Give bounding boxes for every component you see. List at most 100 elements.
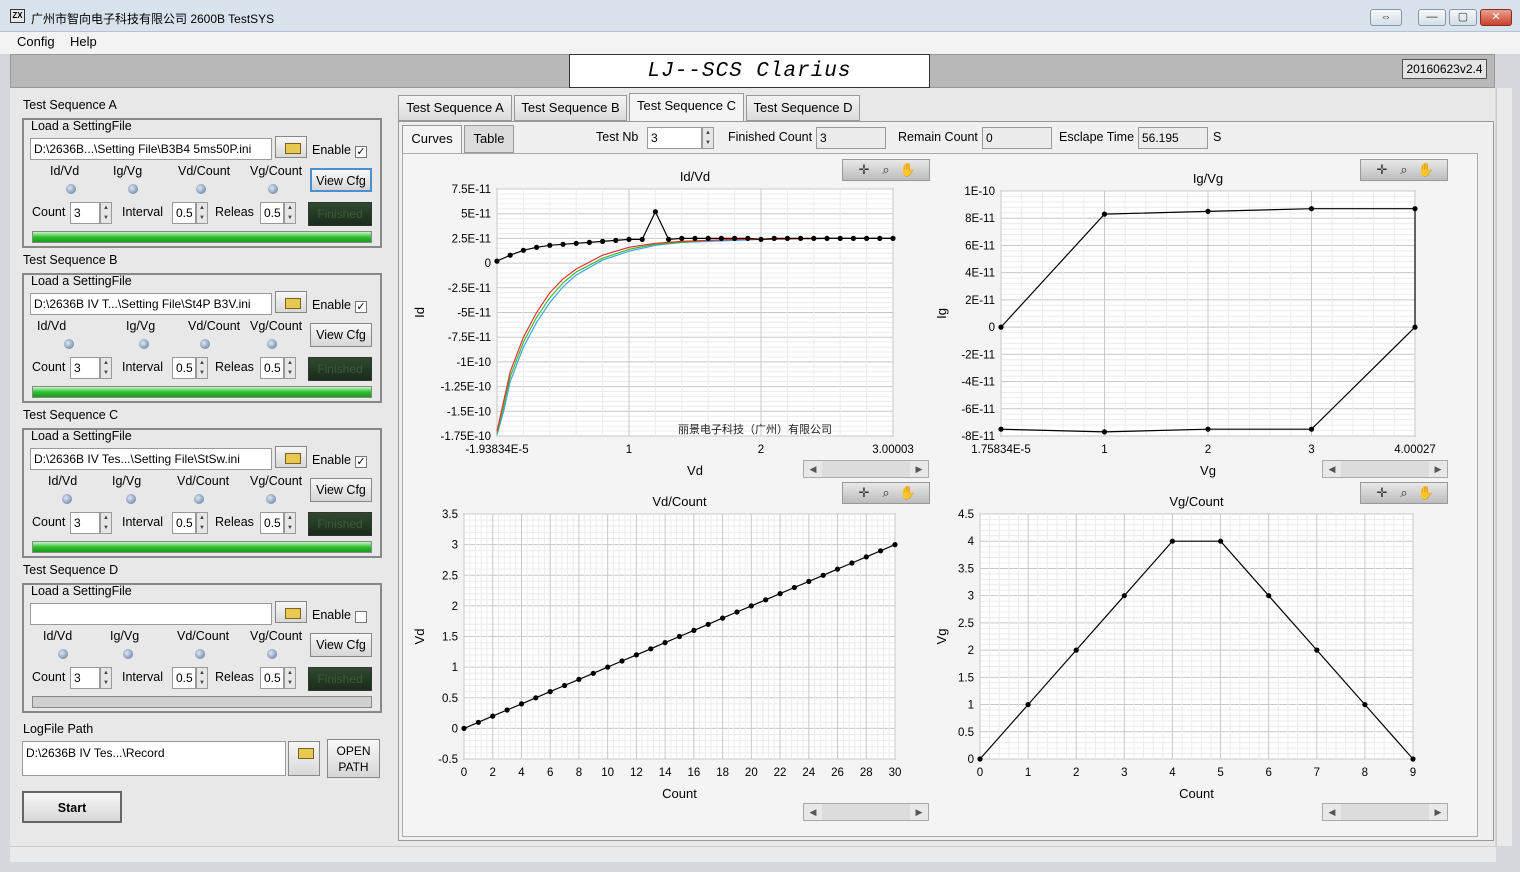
count-spinner[interactable]: ▲ ▼ <box>100 667 112 689</box>
interval-spinner[interactable]: ▲ ▼ <box>196 202 208 224</box>
graph-tools-palette[interactable]: ✛ ⌕ ✋ <box>1360 159 1448 181</box>
interval-input[interactable]: 0.5 <box>172 512 196 534</box>
plot-select-radio[interactable] <box>123 649 133 659</box>
scroll-left-arrow-icon[interactable]: ◀ <box>804 461 822 477</box>
interval-input[interactable]: 0.5 <box>172 202 196 224</box>
setting-file-path[interactable]: D:\2636B IV T...\Setting File\St4P B3V.i… <box>30 293 272 315</box>
plot-select-radio[interactable] <box>195 649 205 659</box>
plot-select-radio[interactable] <box>62 494 72 504</box>
subtab-table[interactable]: Table <box>464 125 514 153</box>
menu-help[interactable]: Help <box>70 34 97 49</box>
graph-scrollbar[interactable]: ◀ ▶ <box>803 460 929 478</box>
minimize-button[interactable]: — <box>1418 9 1446 26</box>
logfile-path-field[interactable]: D:\2636B IV Tes...\Record <box>22 741 286 776</box>
subtab-curves[interactable]: Curves <box>402 125 462 154</box>
scroll-right-arrow-icon[interactable]: ▶ <box>1429 804 1447 820</box>
cursor-tool-icon[interactable]: ✛ <box>855 162 873 178</box>
enable-checkbox[interactable]: ✓ <box>355 301 367 313</box>
interval-spinner[interactable]: ▲ ▼ <box>196 512 208 534</box>
view-cfg-button[interactable]: View Cfg <box>310 168 372 192</box>
graph-scrollbar[interactable]: ◀ ▶ <box>1322 460 1448 478</box>
logfile-browse-button[interactable] <box>288 741 320 776</box>
graph-tools-palette[interactable]: ✛ ⌕ ✋ <box>842 482 930 504</box>
setting-file-path[interactable]: D:\2636B...\Setting File\B3B4 5ms50P.ini <box>30 138 272 160</box>
view-cfg-button[interactable]: View Cfg <box>310 478 372 502</box>
plot-select-radio[interactable] <box>126 494 136 504</box>
menu-config[interactable]: Config <box>17 34 55 49</box>
pan-hand-icon[interactable]: ✋ <box>899 485 917 501</box>
maximize-button[interactable]: ▢ <box>1449 9 1477 26</box>
count-input[interactable]: 3 <box>70 357 100 379</box>
pan-hand-icon[interactable]: ✋ <box>1417 162 1435 178</box>
start-button[interactable]: Start <box>22 791 122 823</box>
vertical-scrollbar[interactable] <box>1496 88 1512 846</box>
setting-file-path[interactable] <box>30 603 272 625</box>
graph-tools-palette[interactable]: ✛ ⌕ ✋ <box>1360 482 1448 504</box>
count-input[interactable]: 3 <box>70 667 100 689</box>
tab-sequence-b[interactable]: Test Sequence B <box>514 95 627 121</box>
scroll-left-arrow-icon[interactable]: ◀ <box>804 804 822 820</box>
test-nb-input[interactable]: 3 <box>647 127 702 149</box>
horizontal-scrollbar[interactable] <box>10 846 1496 862</box>
plot-select-radio[interactable] <box>268 184 278 194</box>
scroll-right-arrow-icon[interactable]: ▶ <box>1429 461 1447 477</box>
view-cfg-button[interactable]: View Cfg <box>310 323 372 347</box>
scroll-left-arrow-icon[interactable]: ◀ <box>1323 461 1341 477</box>
plot-select-radio[interactable] <box>139 339 149 349</box>
count-input[interactable]: 3 <box>70 512 100 534</box>
count-spinner[interactable]: ▲ ▼ <box>100 512 112 534</box>
scroll-right-arrow-icon[interactable]: ▶ <box>910 804 928 820</box>
interval-spinner[interactable]: ▲ ▼ <box>196 357 208 379</box>
count-spinner[interactable]: ▲ ▼ <box>100 202 112 224</box>
enable-checkbox[interactable]: ✓ <box>355 456 367 468</box>
graph-scrollbar[interactable]: ◀ ▶ <box>803 803 929 821</box>
count-input[interactable]: 3 <box>70 202 100 224</box>
zoom-tool-icon[interactable]: ⌕ <box>877 485 895 501</box>
pan-hand-icon[interactable]: ✋ <box>899 162 917 178</box>
tab-sequence-a[interactable]: Test Sequence A <box>398 95 512 121</box>
browse-folder-button[interactable] <box>275 601 307 623</box>
plot-select-radio[interactable] <box>194 494 204 504</box>
browse-folder-button[interactable] <box>275 291 307 313</box>
releas-input[interactable]: 0.5 <box>260 202 284 224</box>
interval-spinner[interactable]: ▲ ▼ <box>196 667 208 689</box>
enable-checkbox[interactable]: ✓ <box>355 146 367 158</box>
cursor-tool-icon[interactable]: ✛ <box>1373 485 1391 501</box>
releas-spinner[interactable]: ▲ ▼ <box>284 667 296 689</box>
close-button[interactable]: ✕ <box>1480 9 1512 26</box>
graph-tools-palette[interactable]: ✛ ⌕ ✋ <box>842 159 930 181</box>
setting-file-path[interactable]: D:\2636B IV Tes...\Setting File\StSw.ini <box>30 448 272 470</box>
plot-select-radio[interactable] <box>267 339 277 349</box>
graph-scrollbar[interactable]: ◀ ▶ <box>1322 803 1448 821</box>
zoom-tool-icon[interactable]: ⌕ <box>1395 162 1413 178</box>
releas-input[interactable]: 0.5 <box>260 512 284 534</box>
view-cfg-button[interactable]: View Cfg <box>310 633 372 657</box>
tab-sequence-c[interactable]: Test Sequence C <box>629 93 744 122</box>
scroll-left-arrow-icon[interactable]: ◀ <box>1323 804 1341 820</box>
open-path-button[interactable]: OPEN PATH <box>327 739 380 778</box>
tab-sequence-d[interactable]: Test Sequence D <box>746 95 860 121</box>
enable-checkbox[interactable] <box>355 611 367 623</box>
plot-select-radio[interactable] <box>200 339 210 349</box>
plot-select-radio[interactable] <box>196 184 206 194</box>
scroll-right-arrow-icon[interactable]: ▶ <box>910 461 928 477</box>
restore-button[interactable]: ⇔ <box>1370 9 1402 26</box>
test-nb-spinner[interactable]: ▲ ▼ <box>702 127 714 149</box>
pan-hand-icon[interactable]: ✋ <box>1417 485 1435 501</box>
plot-select-radio[interactable] <box>66 184 76 194</box>
interval-input[interactable]: 0.5 <box>172 667 196 689</box>
plot-select-radio[interactable] <box>267 649 277 659</box>
plot-select-radio[interactable] <box>58 649 68 659</box>
releas-spinner[interactable]: ▲ ▼ <box>284 357 296 379</box>
interval-input[interactable]: 0.5 <box>172 357 196 379</box>
count-spinner[interactable]: ▲ ▼ <box>100 357 112 379</box>
zoom-tool-icon[interactable]: ⌕ <box>1395 485 1413 501</box>
releas-input[interactable]: 0.5 <box>260 667 284 689</box>
cursor-tool-icon[interactable]: ✛ <box>855 485 873 501</box>
releas-spinner[interactable]: ▲ ▼ <box>284 202 296 224</box>
zoom-tool-icon[interactable]: ⌕ <box>877 162 895 178</box>
cursor-tool-icon[interactable]: ✛ <box>1373 162 1391 178</box>
plot-select-radio[interactable] <box>64 339 74 349</box>
browse-folder-button[interactable] <box>275 136 307 158</box>
browse-folder-button[interactable] <box>275 446 307 468</box>
